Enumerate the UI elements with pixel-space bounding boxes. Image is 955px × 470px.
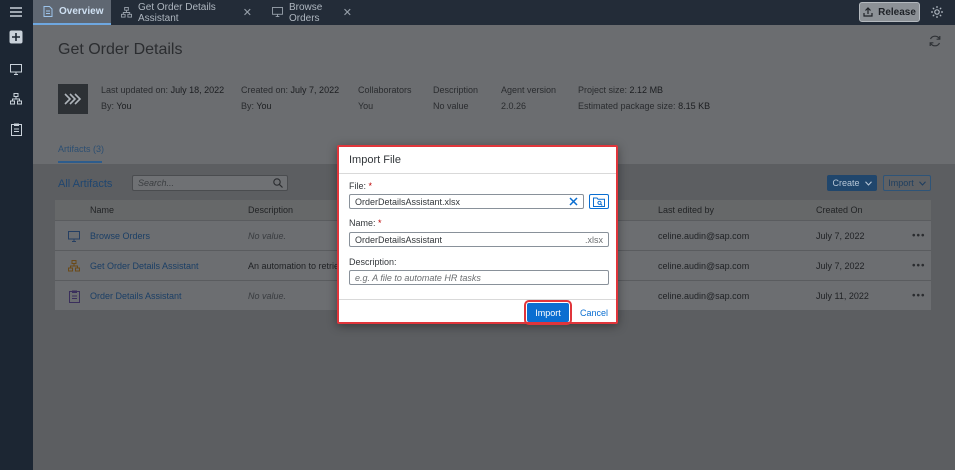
column-header-last-edited[interactable]: Last edited by — [658, 205, 714, 215]
clear-icon[interactable] — [568, 196, 579, 207]
artifact-name-link[interactable]: Order Details Assistant — [90, 291, 182, 301]
meta-agent-label: Agent version — [501, 85, 557, 95]
import-button[interactable]: Import — [524, 300, 572, 325]
browse-file-button[interactable] — [589, 194, 609, 209]
artifact-description: No value. — [248, 290, 287, 301]
tab-label: Browse Orders — [289, 1, 323, 24]
name-field[interactable]: OrderDetailsAssistant .xlsx — [349, 232, 609, 247]
tab-get-order-details-assistant[interactable]: Get Order Details Assistant ✕ — [111, 0, 262, 25]
artifact-description: An automation to retrie — [248, 260, 340, 271]
release-button[interactable]: Release — [859, 2, 920, 22]
import-file-dialog: Import File File: * OrderDetailsAssistan… — [337, 145, 618, 325]
column-header-description[interactable]: Description — [248, 205, 293, 215]
create-button[interactable]: Create — [827, 175, 877, 191]
page-title: Get Order Details — [58, 41, 183, 58]
browse-folder-icon — [593, 197, 605, 207]
tab-label: Get Order Details Assistant — [138, 1, 216, 24]
shell-bar: Overview Get Order Details Assistant ✕ B… — [33, 0, 955, 25]
tab-artifacts-indicator — [58, 161, 102, 163]
release-label: Release — [878, 6, 916, 18]
side-rail — [0, 0, 33, 470]
monitor-icon[interactable] — [8, 61, 24, 77]
artifact-created-on: July 11, 2022 — [816, 290, 869, 301]
all-artifacts-title: All Artifacts — [58, 178, 113, 190]
required-mark: * — [368, 181, 373, 191]
hierarchy-icon — [67, 259, 81, 273]
meta-description-value: No value — [433, 101, 469, 111]
meta-agent-value: 2.0.26 — [501, 101, 527, 111]
meta-description-label: Description — [433, 85, 479, 95]
meta-project-size: Project size: 2.12 MB — [578, 85, 664, 95]
project-logo-icon — [58, 84, 88, 114]
artifact-edited-by: celine.audin@sap.com — [658, 230, 750, 241]
gear-icon[interactable] — [930, 5, 944, 19]
hierarchy-icon — [121, 7, 132, 18]
dialog-title: Import File — [349, 154, 401, 166]
hierarchy-icon[interactable] — [8, 91, 24, 107]
refresh-icon[interactable] — [928, 34, 942, 48]
required-mark: * — [378, 218, 382, 228]
file-label: File: * — [349, 181, 373, 191]
monitor-icon — [272, 7, 283, 18]
artifact-edited-by: celine.audin@sap.com — [658, 260, 750, 271]
divider — [339, 173, 616, 174]
clipboard-icon — [67, 289, 81, 303]
document-icon — [43, 6, 53, 17]
search-input[interactable]: Search... — [132, 175, 288, 191]
artifact-created-on: July 7, 2022 — [816, 260, 865, 271]
artifact-name-link[interactable]: Get Order Details Assistant — [90, 261, 199, 271]
description-field[interactable]: e.g. A file to automate HR tasks — [349, 270, 609, 285]
tab-overview-label: Overview — [59, 6, 104, 17]
more-options-icon[interactable]: ••• — [912, 260, 926, 271]
clipboard-icon[interactable] — [8, 121, 24, 137]
meta-created-by: By: You — [241, 101, 272, 111]
meta-package-size: Estimated package size: 8.15 KB — [578, 101, 711, 111]
close-icon[interactable]: ✕ — [243, 6, 252, 19]
artifact-created-on: July 7, 2022 — [816, 230, 865, 241]
tab-artifacts[interactable]: Artifacts (3) — [58, 144, 104, 154]
tab-browse-orders[interactable]: Browse Orders ✕ — [262, 0, 362, 25]
artifact-name-link[interactable]: Browse Orders — [90, 231, 150, 241]
hamburger-menu-icon[interactable] — [8, 4, 24, 20]
description-label: Description: — [349, 257, 397, 267]
import-menu-button[interactable]: Import — [883, 175, 931, 191]
meta-last-by: By: You — [101, 101, 132, 111]
file-field[interactable]: OrderDetailsAssistant.xlsx — [349, 194, 584, 209]
upload-icon — [863, 7, 873, 17]
meta-collaborators-value: You — [358, 101, 374, 111]
column-header-created-on[interactable]: Created On — [816, 205, 863, 215]
more-options-icon[interactable]: ••• — [912, 230, 926, 241]
object-header: Get Order Details Last updated on: July … — [33, 25, 955, 164]
name-label: Name: * — [349, 218, 382, 228]
add-icon[interactable] — [8, 29, 24, 45]
chevron-down-icon — [918, 180, 926, 186]
meta-created: Created on: July 7, 2022 — [241, 85, 340, 95]
more-options-icon[interactable]: ••• — [912, 290, 926, 301]
artifact-description: No value. — [248, 230, 287, 241]
tab-overview[interactable]: Overview — [33, 0, 111, 25]
meta-collaborators-label: Collaborators — [358, 85, 412, 95]
close-icon[interactable]: ✕ — [343, 6, 352, 19]
meta-last-updated: Last updated on: July 18, 2022 — [101, 85, 225, 95]
cancel-button[interactable]: Cancel — [575, 303, 613, 322]
file-extension-suffix: .xlsx — [585, 235, 603, 245]
chevron-down-icon — [864, 180, 872, 186]
search-icon[interactable] — [273, 178, 283, 188]
artifact-edited-by: celine.audin@sap.com — [658, 290, 750, 301]
column-header-name[interactable]: Name — [90, 205, 114, 215]
monitor-icon — [67, 229, 81, 243]
